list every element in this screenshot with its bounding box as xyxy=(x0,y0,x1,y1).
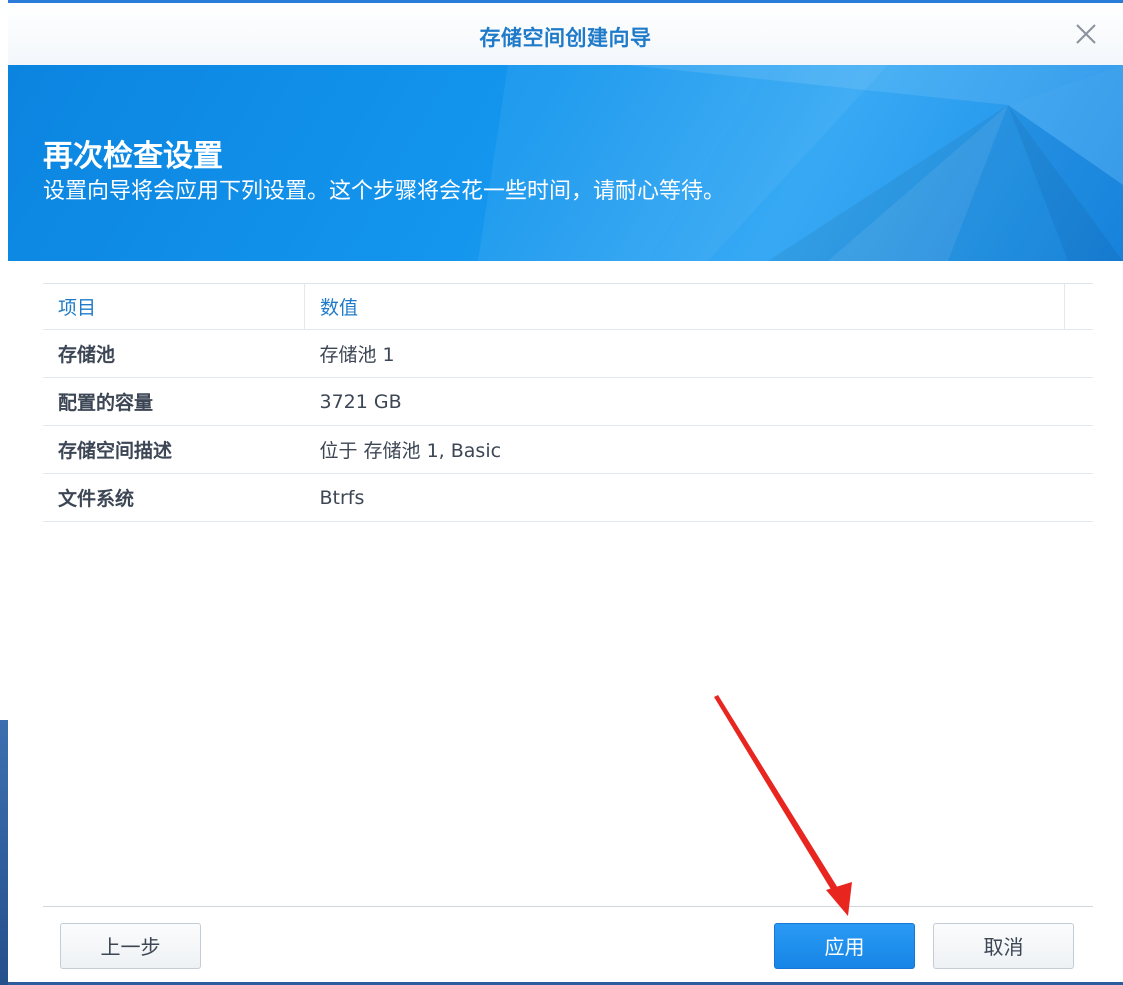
row-value: Btrfs xyxy=(304,473,1093,522)
banner-heading: 再次检查设置 xyxy=(43,139,223,174)
close-button[interactable] xyxy=(1073,21,1099,47)
footer-divider xyxy=(43,906,1093,907)
header-banner: 再次检查设置 设置向导将会应用下列设置。这个步骤将会花一些时间，请耐心等待。 xyxy=(8,65,1123,261)
row-key: 存储池 xyxy=(43,329,305,378)
row-key: 存储空间描述 xyxy=(43,425,305,474)
dialog-title: 存储空间创建向导 xyxy=(479,26,652,50)
row-key: 配置的容量 xyxy=(43,377,305,426)
settings-table: 项目 数值 存储池 存储池 1 配置的容量 3721 GB 存储空间描述 位于 … xyxy=(43,283,1093,522)
desktop-background-lower xyxy=(0,720,8,985)
row-key: 文件系统 xyxy=(43,473,305,522)
row-value: 位于 存储池 1, Basic xyxy=(304,425,1093,474)
row-value: 存储池 1 xyxy=(304,329,1093,378)
table-row[interactable]: 文件系统 Btrfs xyxy=(43,473,1093,522)
column-header-value[interactable]: 数值 xyxy=(304,283,1065,330)
dialog-titlebar: 存储空间创建向导 xyxy=(8,3,1123,65)
wizard-dialog: 存储空间创建向导 再次检查设置 设置向导将会应用下列设置。这个步骤将会花一些时间… xyxy=(8,0,1123,982)
cancel-button[interactable]: 取消 xyxy=(933,923,1074,969)
apply-button[interactable]: 应用 xyxy=(774,923,915,969)
table-row[interactable]: 存储池 存储池 1 xyxy=(43,329,1093,378)
column-header-item[interactable]: 项目 xyxy=(43,283,305,330)
back-button[interactable]: 上一步 xyxy=(60,923,201,969)
table-row[interactable]: 配置的容量 3721 GB xyxy=(43,377,1093,426)
table-row[interactable]: 存储空间描述 位于 存储池 1, Basic xyxy=(43,425,1093,474)
table-header-row: 项目 数值 xyxy=(43,283,1093,330)
row-value: 3721 GB xyxy=(304,377,1093,426)
column-header-spacer xyxy=(1064,283,1093,330)
close-icon xyxy=(1076,24,1096,44)
banner-subheading: 设置向导将会应用下列设置。这个步骤将会花一些时间，请耐心等待。 xyxy=(43,179,726,204)
